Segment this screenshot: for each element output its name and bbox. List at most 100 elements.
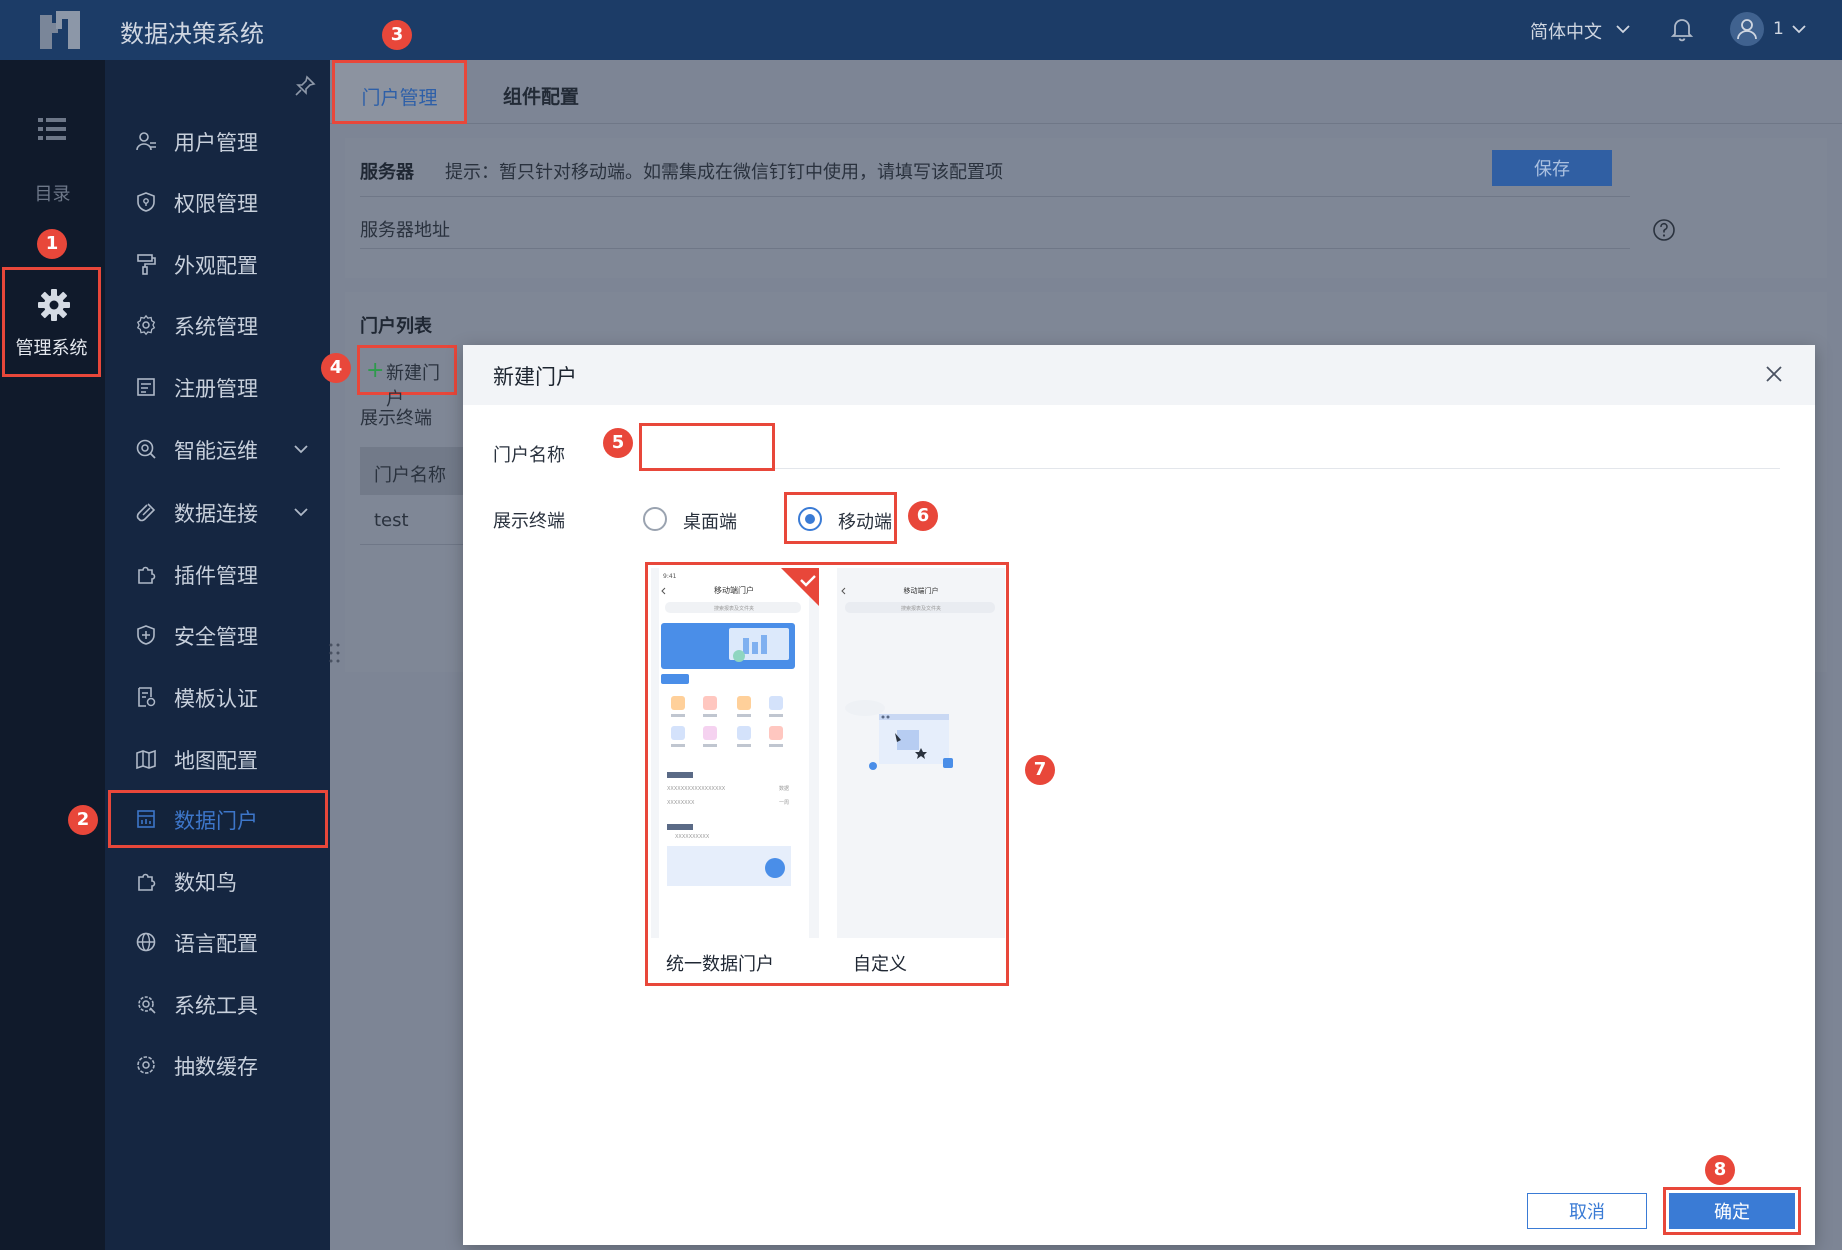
- radio-mobile[interactable]: 移动端: [798, 507, 893, 533]
- confirm-highlight: 确定: [1663, 1187, 1801, 1235]
- server-hint: 提示：暂只针对移动端。如需集成在微信钉钉中使用，请填写该配置项: [445, 162, 1003, 183]
- callout-badge: 3: [382, 20, 412, 50]
- sidebar-item-plugin-management[interactable]: 插件管理: [105, 550, 330, 598]
- preview-title: 移动端门户: [904, 586, 939, 595]
- sidebar-item-label: 语言配置: [174, 932, 258, 956]
- callout-badge: 1: [37, 229, 67, 259]
- preview-line: XXXXXXXX: [667, 800, 695, 806]
- pin-icon[interactable]: [293, 74, 317, 98]
- sidebar-item-label: 插件管理: [174, 564, 258, 588]
- radio-desktop[interactable]: 桌面端: [643, 507, 753, 533]
- drag-handle-icon[interactable]: [328, 642, 342, 664]
- table-row[interactable]: test: [360, 497, 480, 545]
- callout-badge: 8: [1705, 1155, 1735, 1185]
- sidebar-item-system-management[interactable]: 系统管理: [105, 301, 330, 349]
- input-underline: [775, 468, 1780, 469]
- close-icon[interactable]: [1763, 363, 1785, 385]
- sidebar-item-appearance[interactable]: 外观配置: [105, 240, 330, 288]
- unified-portal-preview: 9:41 移动端门户 搜索报表及文件夹 XXXXXXXXXXXXXXXXX 数据: [651, 568, 819, 938]
- tab-label: 组件配置: [502, 86, 579, 108]
- sidebar-item-label: 外观配置: [174, 254, 258, 278]
- display-terminal-filter[interactable]: 展示终端: [360, 404, 432, 430]
- sidebar-item-label: 抽数缓存: [174, 1055, 258, 1079]
- sidebar-item-security[interactable]: 安全管理: [105, 611, 330, 659]
- sidebar-item-data-portal[interactable]: 数据门户: [108, 790, 328, 848]
- template-unified-portal[interactable]: 9:41 移动端门户 搜索报表及文件夹 XXXXXXXXXXXXXXXXX 数据: [651, 568, 819, 938]
- portal-name-label: 门户名称: [493, 445, 565, 466]
- help-icon[interactable]: [1652, 218, 1676, 242]
- app-logo-icon: [40, 11, 80, 49]
- language-selector[interactable]: 简体中文: [1530, 18, 1602, 44]
- chevron-down-icon[interactable]: [1614, 20, 1632, 38]
- tab-portal-management[interactable]: 门户管理: [332, 60, 467, 124]
- template-custom[interactable]: 移动端门户 搜索报表及文件夹: [837, 568, 1005, 938]
- sidebar-item-extract-cache[interactable]: 抽数缓存: [105, 1041, 330, 1089]
- app-title: 数据决策系统: [120, 20, 264, 48]
- gear-icon: [136, 314, 156, 336]
- avatar[interactable]: [1730, 12, 1764, 46]
- sidebar-item-template-cert[interactable]: 模板认证: [105, 673, 330, 721]
- bird-icon: [138, 873, 156, 891]
- radio-label: 移动端: [838, 512, 892, 533]
- chevron-down-icon[interactable]: [1790, 20, 1808, 38]
- sidebar-item-permission-management[interactable]: 权限管理: [105, 178, 330, 226]
- sidebar-item-data-connection[interactable]: 数据连接: [105, 488, 330, 536]
- sidebar-item-label: 智能运维: [174, 439, 258, 463]
- sidebar-item-label: 模板认证: [174, 687, 258, 711]
- sidebar-item-label: 权限管理: [174, 192, 258, 216]
- sidebar-item-user-management[interactable]: 用户管理: [105, 117, 330, 165]
- sidebar-item-map-config[interactable]: 地图配置: [105, 735, 330, 783]
- tab-component-config[interactable]: 组件配置: [476, 60, 606, 124]
- template-cert-icon: [138, 687, 156, 707]
- shield-icon: [137, 192, 155, 212]
- preview-search: 搜索报表及文件夹: [714, 605, 754, 612]
- map-icon: [136, 749, 156, 770]
- sidebar-item-registration[interactable]: 注册管理: [105, 363, 330, 411]
- portal-list-title: 门户列表: [360, 316, 432, 337]
- callout-badge: 2: [68, 805, 98, 835]
- divider: [360, 196, 1630, 197]
- gear-icon: [38, 289, 70, 321]
- register-icon: [137, 378, 155, 396]
- preview-mini: XXXXXXXXXX: [675, 834, 710, 840]
- custom-preview: 移动端门户 搜索报表及文件夹: [837, 568, 1005, 938]
- radio-circle[interactable]: [798, 507, 822, 531]
- list-menu-icon[interactable]: [36, 114, 68, 144]
- tab-bar: 门户管理 组件配置: [330, 60, 1842, 124]
- callout-badge: 4: [321, 353, 351, 383]
- column-header-name: 门户名称: [374, 465, 446, 486]
- server-label: 服务器: [360, 162, 414, 183]
- sidebar-item-language[interactable]: 语言配置: [105, 918, 330, 966]
- directory-label[interactable]: 目录: [0, 180, 105, 206]
- template-label-unified: 统一数据门户: [666, 954, 774, 975]
- link-icon: [136, 503, 156, 522]
- new-portal-button[interactable]: + 新建门户: [357, 345, 457, 410]
- portal-name-cell: test: [374, 510, 409, 531]
- preview-line: XXXXXXXXXXXXXXXXX: [667, 786, 726, 792]
- manage-system-button[interactable]: 管理系统: [2, 267, 101, 377]
- manage-system-label: 管理系统: [15, 338, 88, 359]
- sidebar-item-label: 数知鸟: [174, 871, 237, 895]
- bell-icon[interactable]: [1670, 16, 1694, 42]
- sidebar-item-label: 用户管理: [174, 131, 258, 155]
- template-label-custom: 自定义: [853, 954, 907, 975]
- portal-name-input[interactable]: [639, 423, 775, 471]
- sidebar-item-shuzhiniao[interactable]: 数知鸟: [105, 857, 330, 905]
- chevron-down-icon[interactable]: [292, 440, 310, 458]
- new-portal-dialog: 新建门户 门户名称 展示终端 桌面端 移动端 9:41 移动端门户 搜索报表及文…: [463, 345, 1815, 1245]
- puzzle-icon: [138, 566, 156, 584]
- server-address-input[interactable]: [360, 248, 1630, 249]
- sidebar: 用户管理 权限管理 外观配置 系统管理 注册管理 智能运维 数据连接 插件管理 …: [105, 60, 330, 1250]
- sidebar-item-system-tools[interactable]: 系统工具: [105, 980, 330, 1028]
- save-button[interactable]: 保存: [1492, 150, 1612, 186]
- sidebar-item-label: 安全管理: [174, 625, 258, 649]
- dialog-title: 新建门户: [493, 365, 577, 389]
- chevron-down-icon[interactable]: [292, 503, 310, 521]
- sidebar-item-intelligent-ops[interactable]: 智能运维: [105, 425, 330, 473]
- confirm-button[interactable]: 确定: [1669, 1193, 1795, 1229]
- cache-gear-icon: [137, 1056, 155, 1074]
- cancel-button[interactable]: 取消: [1527, 1193, 1647, 1229]
- radio-circle[interactable]: [643, 507, 667, 531]
- radio-label: 桌面端: [683, 512, 737, 533]
- user-name[interactable]: 1: [1773, 19, 1784, 39]
